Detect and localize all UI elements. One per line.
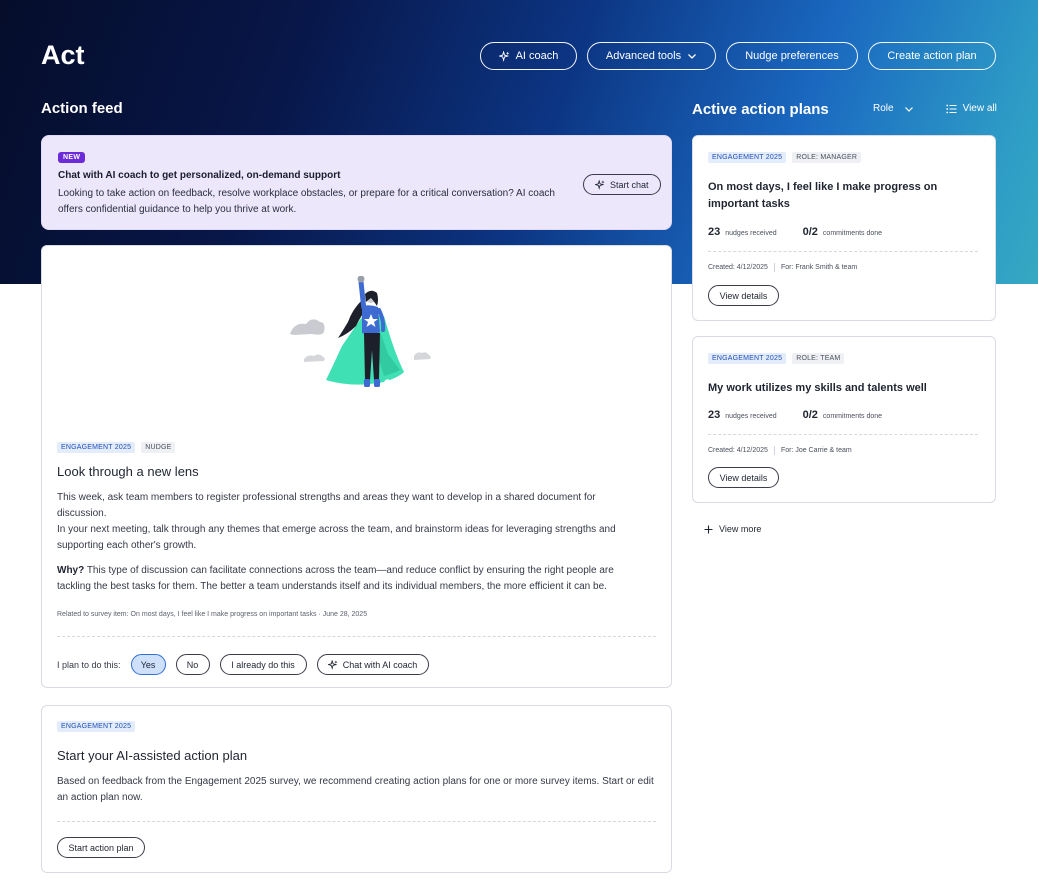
commitments-label: commitments done — [822, 230, 883, 237]
commitments-count: 0/2 — [802, 226, 818, 238]
create-action-plan-button[interactable]: Create action plan — [868, 42, 996, 70]
view-all-label: View all — [962, 103, 997, 114]
nudge-paragraph-2: In your next meeting, talk through any t… — [57, 524, 616, 551]
divider — [708, 434, 978, 435]
promo-description: Looking to take action on feedback, reso… — [58, 188, 555, 215]
start-chat-label: Start chat — [610, 179, 649, 190]
promo-title: Chat with AI coach to get personalized, … — [58, 170, 341, 181]
view-all-link[interactable]: View all — [945, 103, 997, 114]
nudge-title: Look through a new lens — [57, 464, 199, 479]
related-survey-item: Related to survey item: On most days, I … — [57, 611, 368, 618]
survey-tag: ENGAGEMENT 2025 — [708, 152, 787, 163]
option-no-button[interactable]: No — [175, 654, 210, 675]
option-yes-button[interactable]: Yes — [130, 654, 166, 675]
created-date: Created: 4/12/2025 — [708, 447, 768, 454]
nudge-preferences-button[interactable]: Nudge preferences — [726, 42, 858, 70]
type-tag: NUDGE — [141, 442, 176, 453]
why-label: Why? — [57, 565, 85, 576]
advanced-tools-button[interactable]: Advanced tools — [587, 42, 716, 70]
start-chat-button[interactable]: Start chat — [583, 174, 661, 195]
view-more-link[interactable]: View more — [704, 524, 761, 534]
nudges-count: 23 — [708, 409, 721, 421]
why-text: This type of discussion can facilitate c… — [57, 565, 614, 592]
action-plan-description: Based on feedback from the Engagement 20… — [57, 776, 654, 803]
plan-tags: ENGAGEMENT 2025 ROLE: TEAM — [708, 353, 845, 364]
created-date: Created: 4/12/2025 — [708, 264, 768, 271]
role-filter-dropdown[interactable]: Role — [873, 103, 914, 114]
role-tag: ROLE: TEAM — [792, 353, 845, 364]
divider — [708, 251, 978, 252]
new-badge: NEW — [58, 152, 86, 163]
sparkle-icon — [498, 50, 510, 62]
sparkle-icon — [595, 179, 605, 190]
commitments-stat: 0/2 commitments done — [803, 226, 882, 238]
active-plans-title: Active action plans — [692, 101, 829, 118]
nudges-count: 23 — [708, 226, 721, 238]
plan-prompt: I plan to do this: — [57, 659, 121, 670]
divider — [57, 821, 656, 822]
action-plan-tags: ENGAGEMENT 2025 — [57, 721, 136, 732]
divider — [57, 636, 656, 637]
ai-coach-button[interactable]: AI coach — [480, 42, 577, 70]
option-already-button[interactable]: I already do this — [219, 654, 307, 675]
plan-owner: For: Frank Smith & team — [780, 264, 858, 271]
nudge-preferences-label: Nudge preferences — [745, 50, 839, 62]
chat-with-ai-coach-button[interactable]: Chat with AI coach — [316, 654, 429, 675]
survey-tag: ENGAGEMENT 2025 — [57, 721, 136, 732]
role-filter-label: Role — [873, 103, 894, 114]
nudge-paragraph-1: This week, ask team members to register … — [57, 492, 596, 519]
page-title: Act — [41, 40, 85, 70]
nudge-why: Why? This type of discussion can facilit… — [57, 563, 647, 595]
advanced-tools-label: Advanced tools — [605, 50, 682, 62]
separator — [773, 263, 775, 272]
action-plan-card: ENGAGEMENT 2025 ROLE: TEAM My work utili… — [692, 336, 996, 503]
nudges-stat: 23 nudges received — [708, 226, 777, 238]
plan-tags: ENGAGEMENT 2025 ROLE: MANAGER — [708, 152, 862, 163]
chat-with-ai-coach-label: Chat with AI coach — [342, 659, 418, 670]
ai-action-plan-card: ENGAGEMENT 2025 Start your AI-assisted a… — [41, 705, 672, 873]
ai-coach-label: AI coach — [515, 50, 559, 62]
action-feed-title: Action feed — [41, 100, 123, 117]
survey-tag: ENGAGEMENT 2025 — [708, 353, 787, 364]
commitments-count: 0/2 — [802, 409, 818, 421]
role-tag: ROLE: MANAGER — [792, 152, 862, 163]
plan-created-info: Created: 4/12/2025 For: Joe Carrie & tea… — [708, 446, 852, 455]
nudges-label: nudges received — [725, 230, 777, 237]
plan-stats: 23 nudges received 0/2 commitments done — [708, 226, 882, 238]
separator — [773, 446, 775, 455]
view-details-button[interactable]: View details — [708, 467, 779, 488]
create-action-plan-label: Create action plan — [887, 50, 977, 62]
ai-coach-promo-card: NEW Chat with AI coach to get personaliz… — [41, 135, 672, 230]
commitments-stat: 0/2 commitments done — [803, 409, 882, 421]
view-more-label: View more — [719, 524, 762, 534]
commitments-label: commitments done — [822, 413, 883, 420]
plans-controls: Role View all — [873, 103, 997, 114]
chevron-down-icon — [688, 54, 697, 59]
plan-options: I plan to do this: Yes No I already do t… — [57, 654, 429, 675]
superhero-illustration — [290, 276, 431, 387]
plus-icon — [704, 525, 713, 533]
start-action-plan-button[interactable]: Start action plan — [57, 837, 145, 858]
nudges-stat: 23 nudges received — [708, 409, 777, 421]
header-actions: AI coach Advanced tools Nudge preference… — [480, 42, 996, 70]
chevron-down-icon — [904, 106, 913, 112]
action-plan-card: ENGAGEMENT 2025 ROLE: MANAGER On most da… — [692, 135, 996, 321]
plan-title: My work utilizes my skills and talents w… — [708, 382, 927, 394]
action-plan-title: Start your AI-assisted action plan — [57, 748, 248, 763]
plan-title: On most days, I feel like I make progres… — [708, 181, 938, 210]
view-details-button[interactable]: View details — [708, 285, 779, 306]
nudges-label: nudges received — [725, 413, 777, 420]
nudge-card: ENGAGEMENT 2025 NUDGE Look through a new… — [41, 245, 672, 688]
plan-owner: For: Joe Carrie & team — [780, 447, 852, 454]
plan-created-info: Created: 4/12/2025 For: Frank Smith & te… — [708, 263, 857, 272]
survey-tag: ENGAGEMENT 2025 — [57, 442, 136, 453]
list-icon — [945, 104, 957, 113]
sparkle-icon — [327, 659, 338, 670]
plan-stats: 23 nudges received 0/2 commitments done — [708, 409, 882, 421]
nudge-tags: ENGAGEMENT 2025 NUDGE — [57, 442, 176, 453]
